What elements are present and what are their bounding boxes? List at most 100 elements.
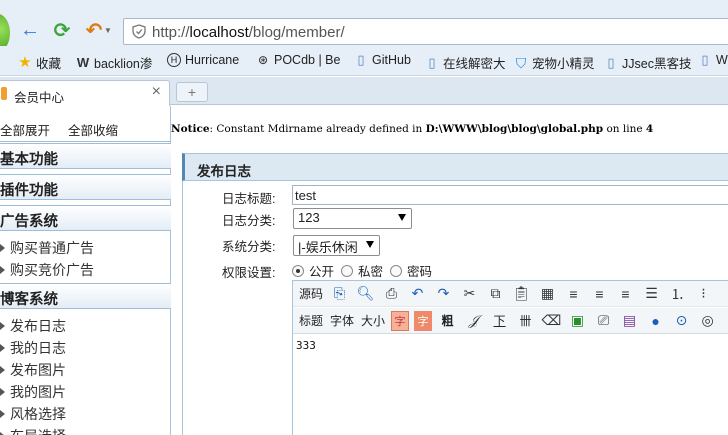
sidebar-item-buy-normal-ad[interactable]: 购买普通广告 xyxy=(0,238,94,258)
sidebar-item-style[interactable]: 风格选择 xyxy=(0,404,66,424)
font-size-button[interactable]: 大小 xyxy=(360,311,386,331)
category-label: 日志分类: xyxy=(222,214,276,228)
align-center-icon[interactable]: ≡ xyxy=(589,284,610,304)
bookmark-label: GitHub xyxy=(372,53,411,67)
bookmark-favorites[interactable]: ★ 收藏 xyxy=(18,53,61,72)
title-input[interactable]: test xyxy=(292,185,728,205)
privacy-radio-password[interactable]: 密码 xyxy=(390,261,432,280)
section-title: 广告系统 xyxy=(0,214,58,230)
sidebar-controls: 全部展开 全部收缩 xyxy=(0,110,171,142)
dropdown-arrow-icon xyxy=(398,214,406,221)
collapse-all-link[interactable]: 全部收缩 xyxy=(68,120,118,139)
triangle-right-icon xyxy=(0,344,5,352)
chevron-down-icon[interactable]: ▼ xyxy=(104,26,112,35)
back-arrow-icon[interactable]: ← xyxy=(18,18,42,42)
sidebar-item-my-images[interactable]: 我的图片 xyxy=(0,382,66,402)
print-icon[interactable]: ⎙ xyxy=(381,284,402,304)
triangle-right-icon xyxy=(0,410,5,418)
sidebar-item-layout[interactable]: 布局选择 xyxy=(0,426,66,435)
favicon-icon xyxy=(1,87,7,100)
system-category-select[interactable]: |-娱乐休闲 xyxy=(293,235,380,256)
bold-button[interactable]: 粗 xyxy=(437,311,458,331)
bookmark-hurricane[interactable]: H Hurricane xyxy=(167,53,239,67)
notice-path: D:\WWW\blog\blog\global.php xyxy=(425,123,604,135)
sidebar-item-label: 布局选择 xyxy=(10,426,66,435)
editor-content[interactable]: 333 xyxy=(296,339,316,352)
shield-icon: ⛉ xyxy=(515,54,527,71)
underline-button[interactable]: 下 xyxy=(489,311,510,331)
bg-color-button[interactable]: 字 xyxy=(414,310,433,331)
close-icon[interactable]: × xyxy=(152,83,161,101)
unordered-list-icon[interactable]: ⁝ xyxy=(693,284,714,304)
ordered-list-icon[interactable]: ⒈ xyxy=(667,284,688,304)
tab-title: 会员中心 xyxy=(14,91,65,105)
justify-icon[interactable]: ☰ xyxy=(641,284,662,304)
editor-toolbar-1: 源码 ⎘ 🔍︎ ⎙ ↶ ↷ ✂ ⧉ 📋︎ ▦ ≡ ≡ ≡ ☰ ⒈ ⁝ xyxy=(293,281,728,307)
bookmark-decrypt[interactable]: ▯ 在线解密大 xyxy=(425,53,505,72)
select-all-icon[interactable]: ▦ xyxy=(537,284,558,304)
sidebar-item-my-logs[interactable]: 我的日志 xyxy=(0,338,66,358)
radio-unchecked-icon xyxy=(390,264,402,277)
flash-icon[interactable]: ● xyxy=(645,311,666,331)
triangle-right-icon xyxy=(0,388,5,396)
sidebar-item-label: 我的图片 xyxy=(10,384,66,400)
font-button[interactable]: 字体 xyxy=(329,311,355,331)
url-text: http://localhost/blog/member/ xyxy=(152,24,345,41)
sidebar-item-buy-bid-ad[interactable]: 购买竞价广告 xyxy=(0,260,94,280)
bookmark-pocdb[interactable]: ⊛ POCdb | Be xyxy=(256,53,341,67)
expand-all-link[interactable]: 全部展开 xyxy=(0,120,50,139)
cut-icon[interactable]: ✂ xyxy=(459,284,480,304)
privacy-radio-public[interactable]: 公开 xyxy=(292,261,334,280)
system-category-label: 系统分类: xyxy=(222,240,276,254)
heading-button[interactable]: 标题 xyxy=(298,311,324,331)
page-icon: ▯ xyxy=(607,54,615,70)
search-icon[interactable]: 🔍︎ xyxy=(355,284,376,304)
table-button[interactable]: 卌 xyxy=(515,311,536,331)
refresh-icon[interactable]: ⟳ xyxy=(50,18,74,42)
bookmark-pet[interactable]: ⛉ 宠物小精灵 xyxy=(514,53,595,72)
sidebar-item-post-log[interactable]: 发布日志 xyxy=(0,316,66,336)
bookmark-w[interactable]: ▯ W xyxy=(698,53,727,68)
preview-icon[interactable]: ⎘ xyxy=(329,284,350,304)
undo-icon[interactable]: ↶ xyxy=(82,18,106,42)
align-right-icon[interactable]: ≡ xyxy=(615,284,636,304)
sidebar-item-post-image[interactable]: 发布图片 xyxy=(0,360,66,380)
align-left-icon[interactable]: ≡ xyxy=(563,284,584,304)
image-icon[interactable]: ▣ xyxy=(567,311,588,331)
sidebar: 全部展开 全部收缩 基本功能 插件功能 广告系统 购买普通广告 购买竞价广告 博… xyxy=(0,106,171,435)
section-title: 插件功能 xyxy=(0,183,58,199)
section-basic[interactable]: 基本功能 xyxy=(0,143,171,169)
section-plugins[interactable]: 插件功能 xyxy=(0,174,171,200)
triangle-right-icon xyxy=(0,366,5,374)
panel-header: 发布日志 xyxy=(182,153,728,181)
font-color-button[interactable]: 字 xyxy=(391,310,410,331)
bookmark-github[interactable]: ▯ GitHub xyxy=(354,53,411,68)
radio-checked-icon xyxy=(292,264,304,277)
link-icon[interactable]: ⊙ xyxy=(671,311,692,331)
tab-member-center[interactable]: 会员中心 × xyxy=(0,80,170,106)
italic-icon[interactable]: 𝒥 xyxy=(463,311,484,331)
privacy-radio-private[interactable]: 私密 xyxy=(341,261,383,280)
section-ads[interactable]: 广告系统 xyxy=(0,205,171,231)
paste-icon[interactable]: 📋︎ xyxy=(511,284,532,304)
category-select[interactable]: 123 xyxy=(293,208,412,229)
bookmark-jjsec[interactable]: ▯ JJsec黑客技 xyxy=(604,53,691,72)
copy-icon[interactable]: ⧉ xyxy=(485,284,506,304)
new-tab-button[interactable]: + xyxy=(176,82,208,102)
php-notice: Notice: Constant Mdirname already define… xyxy=(171,123,653,135)
radio-label: 私密 xyxy=(358,265,384,279)
media-icon[interactable]: ⎚ xyxy=(593,311,614,331)
triangle-right-icon xyxy=(0,244,5,252)
rar-icon[interactable]: ▤ xyxy=(619,311,640,331)
anchor-icon[interactable]: ◎ xyxy=(697,311,718,331)
bookmarks-bar: ★ 收藏 Wbacklion渗 H Hurricane ⊛ POCdb | Be ▯ G… xyxy=(0,46,728,76)
eraser-icon[interactable]: ⌫ xyxy=(541,311,562,331)
address-bar[interactable]: http://localhost/blog/member/ xyxy=(123,18,728,45)
section-blog[interactable]: 博客系统 xyxy=(0,283,171,309)
star-icon: ★ xyxy=(18,53,32,71)
source-button[interactable]: 源码 xyxy=(298,284,324,304)
bookmark-backlion[interactable]: Wbacklion渗 xyxy=(76,53,153,72)
redo-icon[interactable]: ↷ xyxy=(433,284,454,304)
rich-text-editor: 源码 ⎘ 🔍︎ ⎙ ↶ ↷ ✂ ⧉ 📋︎ ▦ ≡ ≡ ≡ ☰ ⒈ ⁝ 标题 字体… xyxy=(292,280,728,435)
undo-icon[interactable]: ↶ xyxy=(407,284,428,304)
